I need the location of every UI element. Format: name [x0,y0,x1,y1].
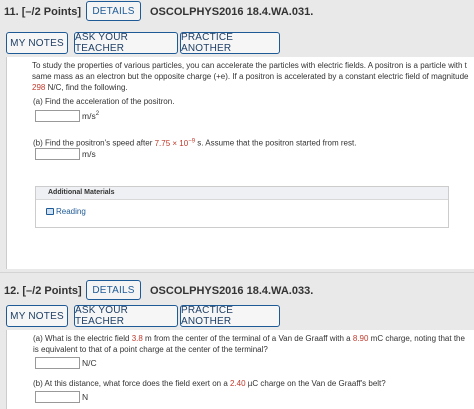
q11-button-row: MY NOTES ASK YOUR TEACHER PRACTICE ANOTH… [0,32,474,58]
q11-my-notes-button[interactable]: MY NOTES [6,32,68,54]
q12-part-a-line2: is equivalent to that of a point charge … [33,345,268,354]
q11-part-b-answer-input[interactable] [35,148,80,160]
q11-intro-line2: same mass as an electron but the opposit… [32,72,469,81]
additional-materials-box: Additional Materials Reading [35,186,449,228]
q11-practice-another-button[interactable]: PRACTICE ANOTHER [180,32,280,54]
book-icon [46,208,54,215]
q11-part-b-text: (b) Find the positron's speed after 7.75… [33,138,357,148]
q11-header: 11. [–/2 Points] DETAILS OSCOLPHYS2016 1… [0,0,474,26]
q12-ask-teacher-button[interactable]: ASK YOUR TEACHER [74,305,178,327]
q11-part-b-unit: m/s [82,149,96,159]
question-separator [0,272,474,273]
q11-part-a-answer-input[interactable] [35,110,80,122]
q11-number: 11. [–/2 Points] [4,6,82,18]
q11-question-id: OSCOLPHYS2016 18.4.WA.031. [150,6,314,18]
q12-part-b-answer-input[interactable] [35,391,80,403]
q11-time-value: 7.75 × 10−9 [154,138,196,148]
q12-question-panel: (a) What is the electric field 3.8 m fro… [6,330,474,409]
q12-part-a-answer-input[interactable] [35,357,80,369]
q11-intro-line3: 298 N/C, find the following. [32,83,128,92]
q12-number: 12. [–/2 Points] [4,285,82,297]
q12-my-notes-button[interactable]: MY NOTES [6,305,68,327]
q11-field-value: 298 [32,83,46,92]
q12-practice-another-button[interactable]: PRACTICE ANOTHER [180,305,280,327]
q12-details-button[interactable]: DETAILS [86,280,141,300]
q12-question-id: OSCOLPHYS2016 18.4.WA.033. [150,285,314,297]
q12-charge-value: 8.90 [352,334,369,343]
q12-distance-value: 3.8 [131,334,143,343]
reading-link[interactable]: Reading [46,207,86,216]
q12-part-b-unit: N [82,392,89,402]
q12-part-a-unit: N/C [82,358,97,368]
q11-question-panel: To study the properties of various parti… [6,57,474,269]
q12-part-a-line1: (a) What is the electric field 3.8 m fro… [33,334,465,343]
q11-part-a-text: (a) Find the acceleration of the positro… [33,97,175,106]
q11-ask-teacher-button[interactable]: ASK YOUR TEACHER [74,32,178,54]
q12-header: 12. [–/2 Points] DETAILS OSCOLPHYS2016 1… [0,279,474,305]
q11-details-button[interactable]: DETAILS [86,1,141,21]
q12-button-row: MY NOTES ASK YOUR TEACHER PRACTICE ANOTH… [0,305,474,331]
q12-part-b-text: (b) At this distance, what force does th… [33,379,386,388]
additional-materials-heading: Additional Materials [36,187,448,200]
q11-part-a-unit: m/s2 [82,111,100,121]
q12-small-charge-value: 2.40 [230,379,246,388]
q11-intro-line1: To study the properties of various parti… [32,61,467,70]
